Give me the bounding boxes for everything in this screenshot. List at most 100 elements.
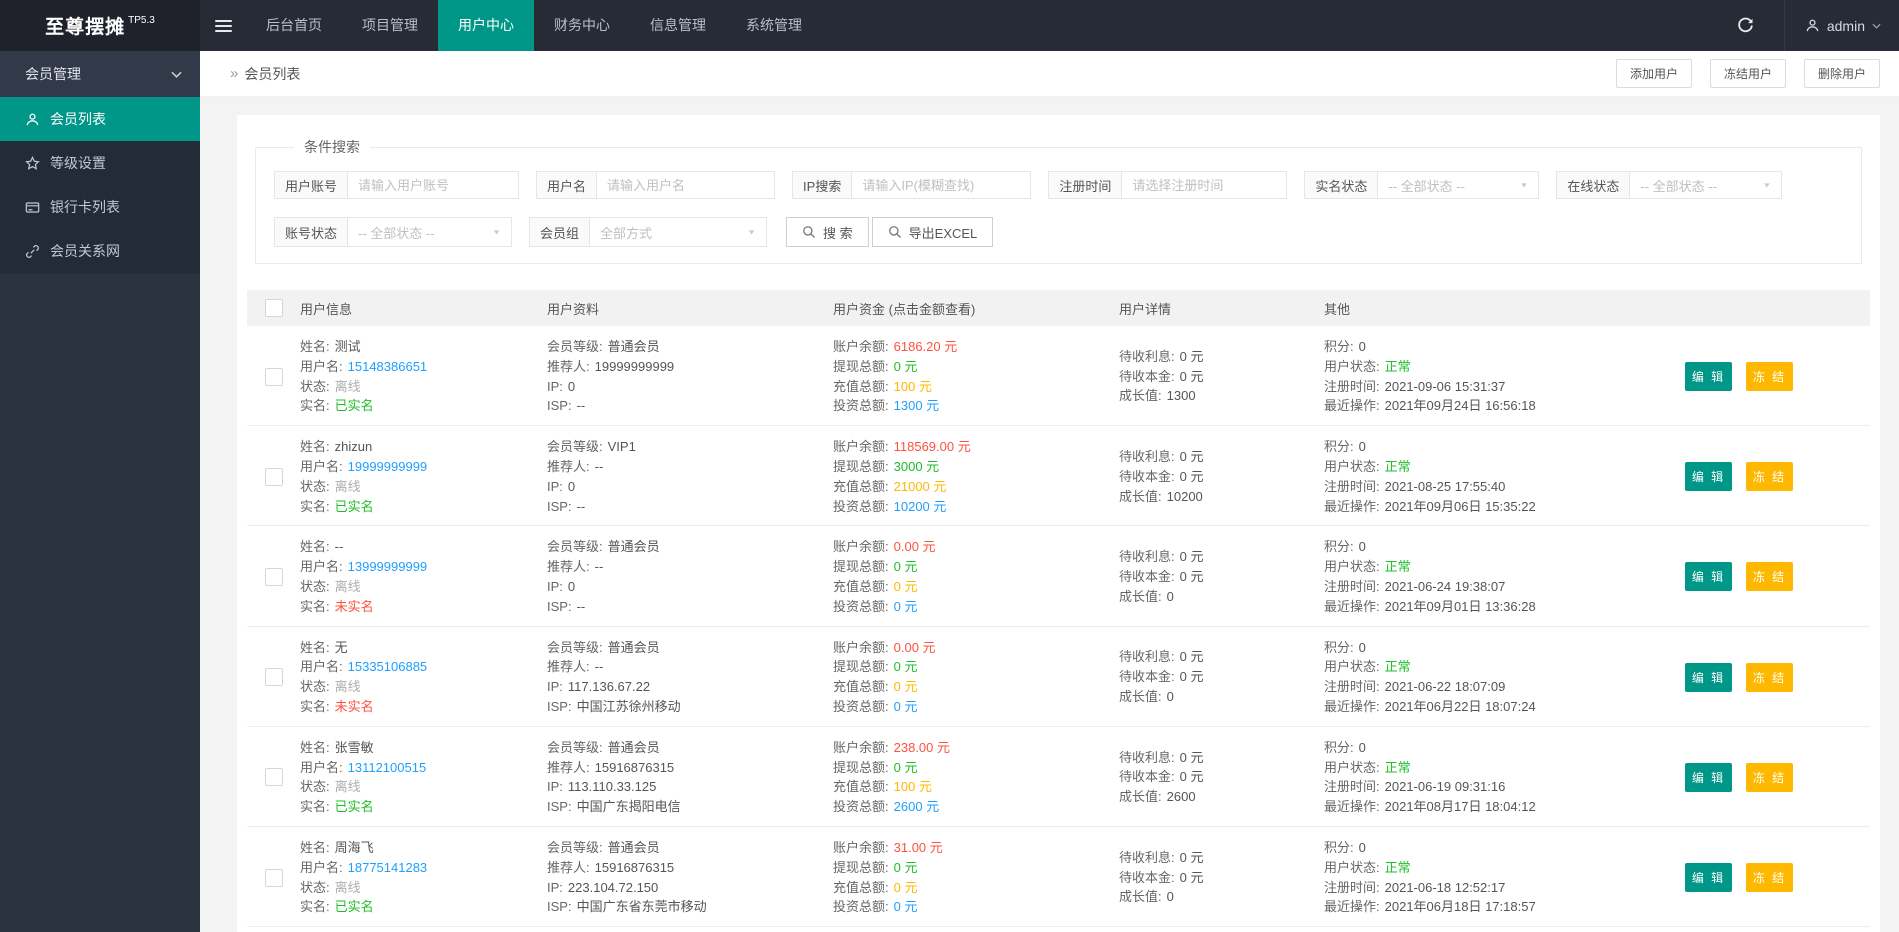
nav-item-finance[interactable]: 财务中心: [534, 0, 630, 51]
recharge-value[interactable]: 0 元: [894, 577, 918, 597]
nav-item-user-center[interactable]: 用户中心: [438, 0, 534, 51]
ip-input[interactable]: [852, 172, 1031, 198]
field-label: 实名状态: [1305, 172, 1379, 198]
invest-value[interactable]: 10200 元: [894, 497, 947, 517]
invest-value[interactable]: 0 元: [894, 597, 918, 617]
edit-button[interactable]: 编 辑: [1685, 762, 1732, 792]
edit-button[interactable]: 编 辑: [1685, 462, 1732, 492]
nav-item-system[interactable]: 系统管理: [726, 0, 822, 51]
withdraw-value[interactable]: 3000 元: [894, 457, 940, 477]
double-chevron-icon: »: [230, 65, 238, 82]
recharge-value[interactable]: 21000 元: [894, 477, 947, 497]
edit-button[interactable]: 编 辑: [1685, 662, 1732, 692]
withdraw-value[interactable]: 0 元: [894, 758, 918, 778]
regtime-value: 2021-08-25 17:55:40: [1384, 478, 1506, 494]
sidebar-group-member-mgmt[interactable]: 会员管理: [0, 51, 200, 97]
delete-user-button[interactable]: 删除用户: [1803, 59, 1880, 88]
invest-value[interactable]: 0 元: [894, 897, 918, 917]
row-checkbox[interactable]: [264, 567, 283, 586]
table-row: 姓名: 周海飞 用户名: 18775141283 状态: 离线 实名: 已实名 会员等级…: [247, 825, 1870, 926]
invest-value[interactable]: 0 元: [894, 697, 918, 717]
freeze-button[interactable]: 冻 结: [1746, 662, 1793, 692]
member-group-select[interactable]: 全部方式 ▼: [590, 218, 766, 246]
recharge-value[interactable]: 0 元: [894, 878, 918, 898]
username-value[interactable]: 18775141283: [348, 858, 428, 878]
edit-button[interactable]: 编 辑: [1685, 562, 1732, 592]
interest-value: 0 元: [1179, 649, 1204, 665]
username-input[interactable]: [597, 172, 775, 198]
edit-button[interactable]: 编 辑: [1685, 863, 1732, 893]
freeze-button[interactable]: 冻 结: [1746, 462, 1793, 492]
search-button[interactable]: 搜 索: [786, 217, 869, 247]
freeze-button[interactable]: 冻 结: [1746, 762, 1793, 792]
username-value[interactable]: 13999999999: [348, 557, 428, 577]
lastop-value: 2021年09月24日 16:56:18: [1384, 398, 1536, 414]
account-input[interactable]: [348, 172, 519, 198]
realname-label: 实名:: [300, 799, 330, 815]
export-excel-button[interactable]: 导出EXCEL: [871, 217, 994, 247]
freeze-button[interactable]: 冻 结: [1746, 562, 1793, 592]
freeze-button[interactable]: 冻 结: [1746, 362, 1793, 392]
nav-item-project[interactable]: 项目管理: [342, 0, 438, 51]
row-checkbox[interactable]: [264, 367, 283, 386]
withdraw-value[interactable]: 0 元: [894, 557, 918, 577]
withdraw-value[interactable]: 0 元: [894, 657, 918, 677]
realname-status-select[interactable]: -- 全部状态 -- ▼: [1378, 172, 1538, 198]
points-label: 积分:: [1324, 739, 1354, 755]
user-status-label: 用户状态:: [1324, 358, 1380, 374]
balance-value[interactable]: 0.00 元: [894, 638, 936, 658]
level-label: 会员等级:: [547, 639, 603, 655]
balance-value[interactable]: 238.00 元: [894, 738, 950, 758]
row-checkbox[interactable]: [264, 868, 283, 887]
refresh-button[interactable]: [1707, 0, 1784, 51]
balance-label: 账户余额:: [833, 339, 889, 354]
recharge-value[interactable]: 100 元: [894, 377, 932, 397]
invest-value[interactable]: 2600 元: [894, 797, 940, 817]
balance-value[interactable]: 118569.00 元: [894, 437, 971, 457]
ip-value: 0: [567, 378, 576, 394]
freeze-button[interactable]: 冻 结: [1746, 863, 1793, 893]
regtime-input[interactable]: [1122, 172, 1287, 198]
column-header-user-funds: 用户资金 (点击金额查看): [833, 301, 976, 317]
username-value[interactable]: 19999999999: [348, 457, 428, 477]
lastop-value: 2021年08月17日 18:04:12: [1384, 799, 1536, 815]
sidebar-item-level-settings[interactable]: 等级设置: [0, 141, 200, 185]
balance-value[interactable]: 0.00 元: [894, 537, 936, 557]
username-value[interactable]: 15148386651: [348, 357, 428, 377]
ip-label: IP:: [547, 378, 563, 394]
sidebar-toggle-button[interactable]: [200, 0, 246, 51]
row-checkbox[interactable]: [264, 768, 283, 787]
balance-label: 账户余额:: [833, 839, 889, 855]
recharge-value[interactable]: 0 元: [894, 677, 918, 697]
edit-button[interactable]: 编 辑: [1685, 362, 1732, 392]
nav-item-info[interactable]: 信息管理: [630, 0, 726, 51]
account-status-select[interactable]: -- 全部状态 -- ▼: [348, 218, 511, 246]
select-all-checkbox[interactable]: [264, 299, 283, 317]
recharge-value[interactable]: 100 元: [894, 777, 932, 797]
balance-value[interactable]: 31.00 元: [894, 838, 943, 858]
online-status-select[interactable]: -- 全部状态 -- ▼: [1630, 172, 1781, 198]
status-value: 离线: [334, 478, 361, 494]
referrer-label: 推荐人:: [547, 759, 590, 775]
add-user-button[interactable]: 添加用户: [1615, 59, 1692, 88]
withdraw-value[interactable]: 0 元: [894, 858, 918, 878]
row-checkbox[interactable]: [264, 668, 283, 687]
lastop-value: 2021年09月06日 15:35:22: [1384, 498, 1536, 514]
username-value[interactable]: 13112100515: [348, 758, 427, 778]
balance-value[interactable]: 6186.20 元: [894, 337, 958, 357]
invest-value[interactable]: 1300 元: [894, 396, 940, 416]
ip-label: IP:: [547, 679, 563, 695]
growth-value: 0: [1166, 689, 1174, 705]
realname-status-field: 实名状态 -- 全部状态 -- ▼: [1304, 171, 1540, 199]
sidebar-item-relation-net[interactable]: 会员关系网: [0, 229, 200, 273]
hamburger-icon: [214, 17, 232, 35]
nav-item-home[interactable]: 后台首页: [246, 0, 342, 51]
username-value[interactable]: 15335106885: [348, 657, 428, 677]
freeze-user-button[interactable]: 冻结用户: [1709, 59, 1786, 88]
admin-menu[interactable]: admin: [1783, 0, 1899, 51]
withdraw-value[interactable]: 0 元: [894, 357, 918, 377]
row-checkbox[interactable]: [264, 467, 283, 486]
sidebar-item-member-list[interactable]: 会员列表: [0, 97, 200, 141]
growth-label: 成长值:: [1119, 488, 1162, 504]
sidebar-item-bank-cards[interactable]: 银行卡列表: [0, 185, 200, 229]
